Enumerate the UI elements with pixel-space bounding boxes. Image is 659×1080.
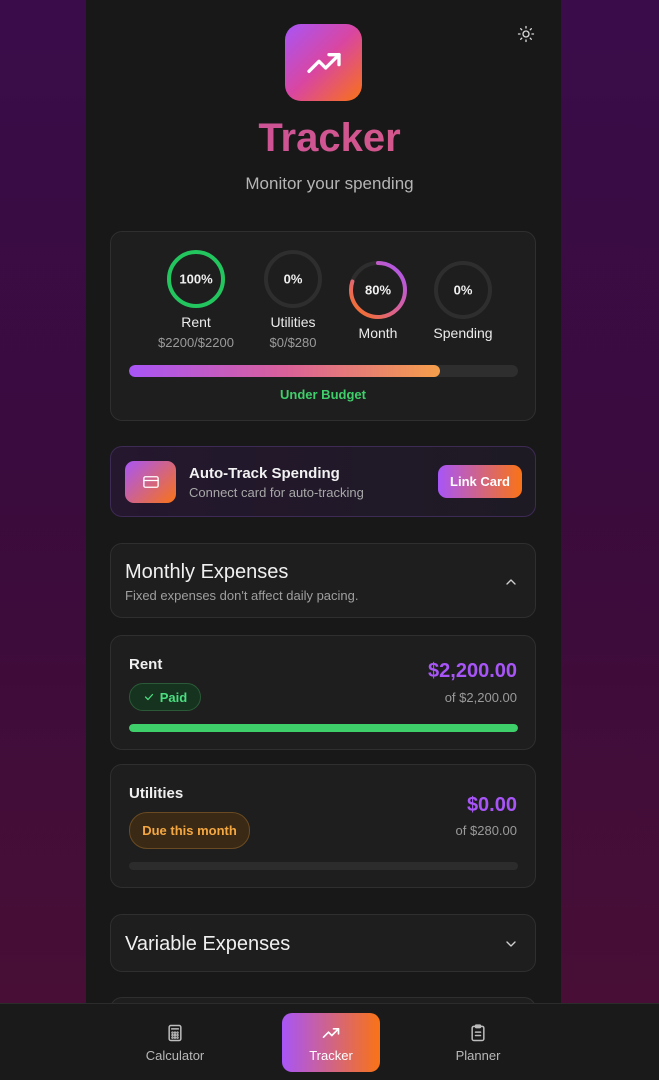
ring-label-rent: Rent: [181, 314, 211, 330]
spending-percent: 0%: [454, 283, 473, 298]
app-logo: [285, 24, 362, 101]
rent-percent: 100%: [179, 272, 213, 287]
clipboard-icon: [471, 1023, 485, 1041]
autotrack-icon-tile: [125, 461, 176, 503]
ring-label-utilities: Utilities: [270, 314, 316, 330]
expense-card-rent[interactable]: Rent $2,200.00 of $2,200.00 Paid: [110, 635, 536, 750]
ring-sub-rent: $2200/$2200: [158, 335, 234, 350]
credit-card-icon: [142, 476, 159, 488]
ring-month: 80% Month: [333, 259, 423, 341]
ring-label-month: Month: [358, 325, 398, 341]
trending-up-icon: [306, 52, 341, 73]
expense-total: of $2,200.00: [444, 690, 517, 705]
monthly-expenses-subtitle: Fixed expenses don't affect daily pacing…: [125, 588, 359, 603]
monthly-expenses-header[interactable]: Monthly Expenses Fixed expenses don't af…: [110, 543, 536, 618]
expense-amount: $2,200.00: [428, 660, 517, 682]
month-progress-ring: 80%: [349, 261, 407, 319]
budget-progress-bar: [129, 365, 518, 377]
expense-name: Rent: [129, 656, 163, 673]
ring-utilities: 0% Utilities $0/$280: [248, 248, 338, 350]
nav-item-tracker[interactable]: Tracker: [282, 1013, 380, 1072]
expense-total: of $280.00: [455, 823, 517, 838]
expense-name: Utilities: [129, 785, 184, 802]
ring-label-spending: Spending: [433, 325, 493, 341]
page-subtitle: Monitor your spending: [245, 174, 414, 193]
check-icon: [144, 693, 153, 701]
ring-rent: 100% Rent $2200/$2200: [151, 248, 241, 350]
nav-item-planner[interactable]: Planner: [429, 1013, 527, 1072]
status-badge-due: Due this month: [129, 812, 250, 849]
expense-progress-fill: [129, 724, 518, 732]
ring-spending: 0% Spending: [418, 259, 508, 341]
spending-progress-ring: 0%: [434, 261, 492, 319]
status-badge-label: Paid: [159, 689, 188, 705]
calculator-icon: [168, 1024, 182, 1041]
page-title: Tracker: [0, 116, 659, 161]
status-badge-paid: Paid: [129, 683, 201, 711]
expense-amount: $0.00: [466, 794, 517, 816]
autotrack-subtitle: Connect card for auto-tracking: [189, 485, 364, 500]
month-percent: 80%: [365, 283, 391, 298]
theme-toggle-button[interactable]: [512, 20, 540, 48]
nav-label: Calculator: [145, 1047, 205, 1063]
autotrack-title: Auto-Track Spending: [189, 465, 340, 482]
expense-card-utilities[interactable]: Utilities $0.00 of $280.00 Due this mont…: [110, 764, 536, 888]
expense-progress-bar: [129, 724, 518, 732]
rent-progress-ring: 100%: [167, 250, 225, 308]
bottom-nav: Calculator Tracker Planner: [0, 1003, 659, 1080]
chevron-up-icon[interactable]: [503, 574, 519, 590]
link-card-button[interactable]: Link Card: [438, 465, 522, 498]
sun-icon: [517, 25, 535, 43]
utilities-percent: 0%: [284, 272, 303, 287]
budget-progress-fill: [129, 365, 441, 377]
expense-progress-bar: [129, 862, 518, 870]
status-badge-label: Due this month: [142, 823, 237, 838]
variable-expenses-title: Variable Expenses: [125, 933, 291, 955]
chevron-down-icon[interactable]: [503, 936, 519, 952]
budget-status: Under Budget: [280, 387, 366, 402]
stats-card: 100% Rent $2200/$2200 0% Utilities $0/$2…: [110, 231, 536, 421]
nav-label: Planner: [455, 1047, 501, 1063]
monthly-expenses-title: Monthly Expenses: [125, 561, 289, 583]
trending-up-icon: [322, 1027, 340, 1038]
autotrack-card: Auto-Track Spending Connect card for aut…: [110, 446, 536, 517]
ring-sub-utilities: $0/$280: [269, 335, 317, 350]
utilities-progress-ring: 0%: [264, 250, 322, 308]
variable-expenses-header[interactable]: Variable Expenses: [110, 914, 536, 972]
nav-label: Tracker: [309, 1047, 353, 1063]
nav-item-calculator[interactable]: Calculator: [126, 1013, 224, 1072]
